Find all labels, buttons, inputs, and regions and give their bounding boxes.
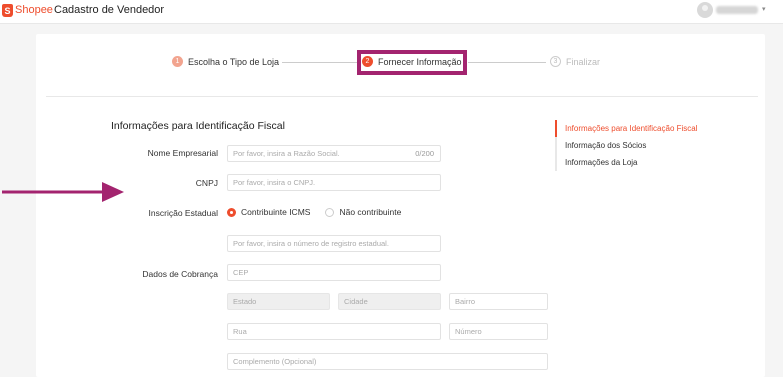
step-escolha-tipo: 1 Escolha o Tipo de Loja — [172, 56, 279, 67]
step-label-1: Escolha o Tipo de Loja — [188, 56, 280, 67]
step-connector — [282, 62, 358, 63]
shopee-bag-icon: S — [2, 4, 13, 17]
numero-placeholder: Número — [455, 327, 482, 336]
radio-contribuinte-icms[interactable]: Contribuinte ICMS — [227, 207, 310, 217]
annotation-arrow-icon — [2, 182, 124, 202]
annotation-highlight-box — [357, 50, 467, 75]
char-counter: 0/200 — [415, 149, 434, 158]
registration-card: 1 Escolha o Tipo de Loja 2 Fornecer Info… — [36, 34, 765, 377]
cnpj-label: CNPJ — [195, 178, 218, 188]
section-side-nav: Informações para Identificação Fiscal In… — [555, 120, 698, 171]
shopee-logo-text[interactable]: Shopee — [15, 4, 53, 16]
chevron-down-icon[interactable]: ▾ — [762, 5, 766, 13]
step-number-3: 3 — [550, 56, 561, 67]
side-nav-item-loja[interactable]: Informações da Loja — [565, 154, 698, 171]
section-title: Informações para Identificação Fiscal — [111, 120, 285, 132]
user-avatar[interactable] — [697, 2, 713, 18]
radio-unselected-icon[interactable] — [325, 207, 335, 217]
numero-input[interactable]: Número — [449, 323, 548, 340]
step-number-1: 1 — [172, 56, 183, 67]
nome-empresarial-input[interactable]: Por favor, insira a Razão Social. 0/200 — [227, 145, 441, 162]
bairro-placeholder: Bairro — [455, 297, 476, 306]
complemento-input[interactable]: Complemento (Opcional) — [227, 353, 548, 370]
username-blurred[interactable] — [716, 6, 758, 14]
estado-select[interactable]: Estado — [227, 293, 330, 310]
cep-input[interactable]: CEP — [227, 264, 441, 281]
side-nav-item-identificacao-fiscal[interactable]: Informações para Identificação Fiscal — [555, 120, 698, 137]
nome-empresarial-label: Nome Empresarial — [147, 148, 218, 158]
inscricao-estadual-label: Inscrição Estadual — [148, 208, 218, 218]
radio-selected-icon[interactable] — [227, 207, 236, 217]
estado-placeholder: Estado — [233, 297, 257, 306]
cep-placeholder: CEP — [233, 268, 249, 277]
bairro-input[interactable]: Bairro — [449, 293, 548, 310]
step-label-3: Finalizar — [566, 56, 601, 67]
cnpj-input[interactable]: Por favor, insira o CNPJ. — [227, 174, 441, 191]
cidade-placeholder: Cidade — [344, 297, 368, 306]
step-finalizar: 3 Finalizar — [550, 56, 600, 67]
side-nav-item-socios[interactable]: Informação dos Sócios — [565, 137, 698, 154]
radio-nao-contribuinte[interactable]: Não contribuinte — [325, 207, 401, 217]
inscricao-estadual-input[interactable]: Por favor, insira o número de registro e… — [227, 235, 441, 252]
rua-input[interactable]: Rua — [227, 323, 441, 340]
top-bar: S Shopee Cadastro de Vendedor ▾ — [0, 0, 783, 24]
nome-empresarial-placeholder: Por favor, insira a Razão Social. — [233, 149, 340, 158]
rua-placeholder: Rua — [233, 327, 247, 336]
complemento-placeholder: Complemento (Opcional) — [233, 357, 317, 366]
step-connector — [468, 62, 546, 63]
dados-cobranca-label: Dados de Cobrança — [142, 269, 218, 279]
radio-label: Não contribuinte — [339, 207, 402, 217]
inscricao-estadual-radio-group: Contribuinte ICMS Não contribuinte — [227, 207, 401, 217]
cnpj-placeholder: Por favor, insira o CNPJ. — [233, 178, 316, 187]
cidade-select[interactable]: Cidade — [338, 293, 441, 310]
progress-stepper: 1 Escolha o Tipo de Loja 2 Fornecer Info… — [36, 34, 765, 96]
divider — [46, 96, 758, 97]
page-title: Cadastro de Vendedor — [54, 4, 165, 16]
radio-label: Contribuinte ICMS — [241, 207, 311, 217]
inscricao-estadual-placeholder: Por favor, insira o número de registro e… — [233, 239, 389, 248]
